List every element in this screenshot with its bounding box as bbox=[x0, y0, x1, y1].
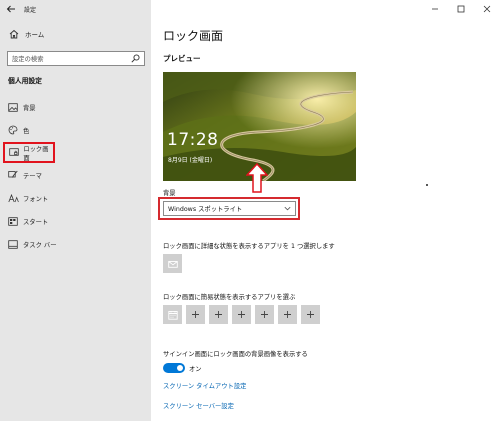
preview-time: 17:28 bbox=[167, 130, 219, 150]
quick-status-add-button[interactable] bbox=[278, 305, 297, 324]
search-icon[interactable] bbox=[130, 54, 140, 64]
minimize-button[interactable] bbox=[422, 0, 448, 18]
plus-icon bbox=[284, 311, 291, 318]
sidebar-item-label: 色 bbox=[23, 127, 30, 135]
sidebar-item-label: テーマ bbox=[23, 172, 42, 180]
quick-status-add-button[interactable] bbox=[186, 305, 205, 324]
sidebar: 設定 ホーム 設定の検索 個人用設定 背景 色 ロック画面 テーマ フォント ス… bbox=[0, 0, 151, 421]
quick-status-calendar-button[interactable] bbox=[163, 305, 182, 324]
signin-background-label: サインイン画面にロック画面の背景画像を表示する bbox=[163, 351, 308, 358]
title-bar: 設定 bbox=[0, 0, 151, 18]
plus-icon bbox=[307, 311, 314, 318]
sidebar-item-label: 背景 bbox=[23, 104, 36, 112]
close-icon bbox=[483, 5, 491, 13]
sidebar-item-taskbar[interactable]: タスク バー bbox=[0, 236, 151, 252]
calendar-icon bbox=[167, 310, 178, 320]
page-title: ロック画面 bbox=[163, 29, 224, 43]
section-title: 個人用設定 bbox=[8, 77, 42, 85]
plus-icon bbox=[192, 311, 199, 318]
quick-status-add-button[interactable] bbox=[209, 305, 228, 324]
sidebar-item-label: ロック画面 bbox=[23, 145, 49, 162]
preview-date: 8月9日 (金曜日) bbox=[168, 157, 213, 164]
plus-icon bbox=[238, 311, 245, 318]
sidebar-item-home[interactable]: ホーム bbox=[0, 25, 151, 43]
font-icon bbox=[7, 192, 19, 204]
screen-timeout-link[interactable]: スクリーン タイムアウト設定 bbox=[163, 381, 246, 390]
sidebar-item-background[interactable]: 背景 bbox=[0, 99, 151, 115]
sidebar-item-label: スタート bbox=[23, 218, 49, 226]
maximize-icon bbox=[457, 5, 465, 13]
quick-status-add-button[interactable] bbox=[301, 305, 320, 324]
plus-icon bbox=[261, 311, 268, 318]
sidebar-item-label: フォント bbox=[23, 195, 49, 203]
sidebar-item-label: ホーム bbox=[25, 31, 45, 39]
quick-status-add-button[interactable] bbox=[255, 305, 274, 324]
lock-screen-icon bbox=[8, 147, 19, 159]
home-icon bbox=[8, 28, 20, 40]
sidebar-item-label: タスク バー bbox=[23, 241, 57, 249]
signin-background-toggle[interactable] bbox=[163, 363, 185, 373]
brush-icon bbox=[7, 169, 19, 181]
sidebar-item-start[interactable]: スタート bbox=[0, 213, 151, 229]
search-input[interactable]: 設定の検索 bbox=[7, 51, 145, 66]
sidebar-item-lock-screen[interactable]: ロック画面 bbox=[3, 142, 55, 163]
main-content: ロック画面 プレビュー 17:28 8月9日 (金曜日) 背景 Windows … bbox=[151, 0, 500, 421]
start-icon bbox=[7, 215, 19, 227]
sidebar-item-font[interactable]: フォント bbox=[0, 190, 151, 206]
arrow-left-icon bbox=[6, 5, 15, 13]
annotation-arrow bbox=[246, 163, 268, 193]
taskbar-icon bbox=[7, 238, 19, 250]
picture-icon bbox=[7, 101, 19, 113]
detailed-status-label: ロック画面に詳細な状態を表示するアプリを 1 つ選択します bbox=[163, 243, 335, 250]
close-button[interactable] bbox=[474, 0, 500, 18]
minimize-icon bbox=[432, 8, 438, 10]
toggle-state-label: オン bbox=[189, 366, 202, 373]
plus-icon bbox=[215, 311, 222, 318]
search-placeholder: 設定の検索 bbox=[12, 56, 44, 63]
palette-icon bbox=[7, 124, 19, 136]
maximize-button[interactable] bbox=[448, 0, 474, 18]
back-button[interactable] bbox=[0, 0, 22, 18]
app-title: 設定 bbox=[24, 6, 37, 14]
sidebar-item-theme[interactable]: テーマ bbox=[0, 167, 151, 183]
quick-status-add-button[interactable] bbox=[232, 305, 251, 324]
background-dropdown-value: Windows スポットライト bbox=[168, 206, 243, 213]
screensaver-link[interactable]: スクリーン セーバー設定 bbox=[163, 401, 234, 410]
chevron-down-icon bbox=[283, 205, 291, 213]
background-label: 背景 bbox=[163, 190, 176, 197]
window-controls bbox=[422, 0, 500, 18]
detailed-status-app-button[interactable] bbox=[163, 254, 182, 273]
background-dropdown[interactable]: Windows スポットライト bbox=[163, 201, 296, 216]
mail-icon bbox=[167, 260, 178, 268]
quick-status-label: ロック画面に簡易状態を表示するアプリを選ぶ bbox=[163, 294, 296, 301]
preview-heading: プレビュー bbox=[163, 54, 201, 63]
sidebar-item-color[interactable]: 色 bbox=[0, 122, 151, 138]
stray-dot bbox=[426, 184, 428, 186]
toggle-knob bbox=[177, 365, 183, 371]
